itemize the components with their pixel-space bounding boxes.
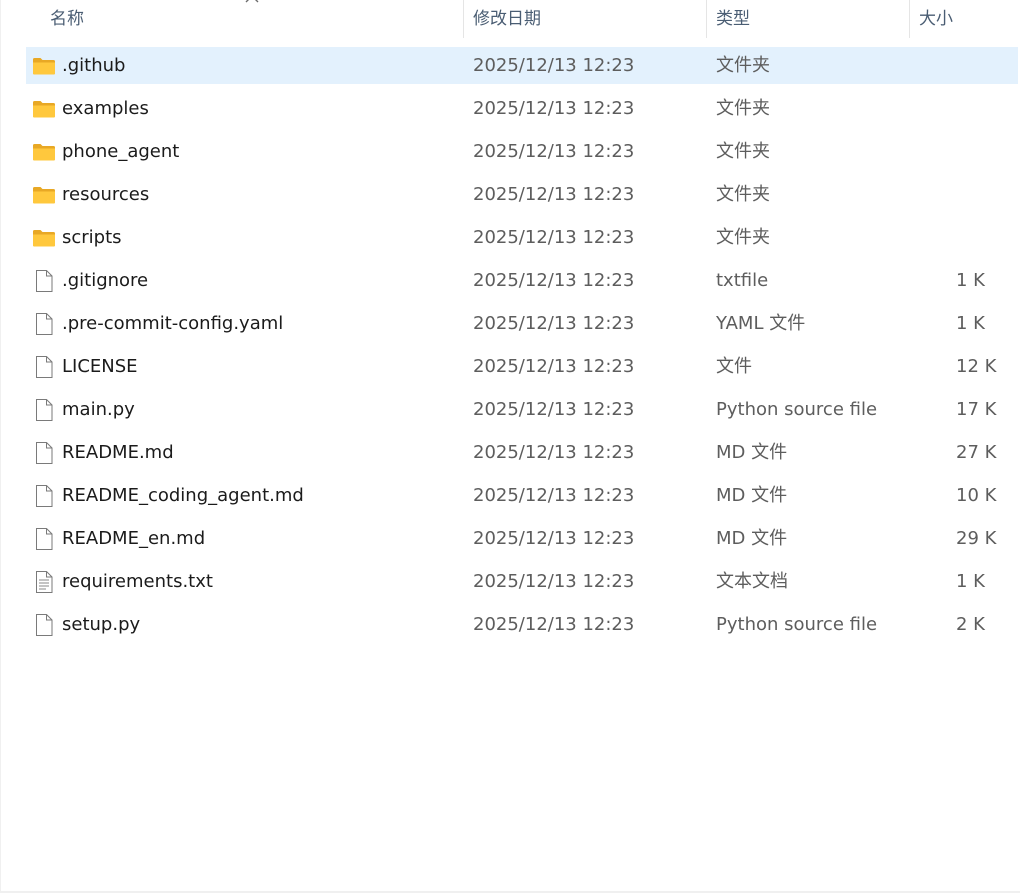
- file-name: README_coding_agent.md: [62, 485, 304, 506]
- file-row[interactable]: .github 2025/12/13 12:23 文件夹: [26, 47, 1018, 84]
- file-type: txtfile: [716, 270, 769, 291]
- file-modified-date: 2025/12/13 12:23: [473, 356, 635, 377]
- column-divider[interactable]: [706, 0, 707, 38]
- file-icon: [36, 485, 53, 507]
- file-size: 27 K: [956, 442, 997, 463]
- file-type: 文件夹: [716, 55, 770, 76]
- file-row[interactable]: .gitignore 2025/12/13 12:23 txtfile 1 K: [26, 262, 1018, 299]
- file-size: 2 K: [956, 614, 985, 635]
- file-icon: [36, 313, 53, 335]
- file-type: Python source file: [716, 614, 878, 635]
- file-row[interactable]: .pre-commit-config.yaml 2025/12/13 12:23 Y…: [26, 305, 1018, 342]
- file-type: 文件夹: [716, 184, 770, 205]
- column-divider[interactable]: [909, 0, 910, 38]
- file-modified-date: 2025/12/13 12:23: [473, 141, 635, 162]
- file-modified-date: 2025/12/13 12:23: [473, 227, 635, 248]
- file-type: 文本文档: [716, 571, 788, 592]
- file-type: 文件: [716, 356, 752, 377]
- file-name: .github: [62, 55, 126, 76]
- text-document-icon: [36, 571, 53, 593]
- file-type: Python source file: [716, 399, 878, 420]
- column-header-bar: 名称 修改日期 类型 大小: [1, 0, 1020, 38]
- file-modified-date: 2025/12/13 12:23: [473, 442, 635, 463]
- file-name: phone_agent: [62, 141, 180, 162]
- file-size: 10 K: [956, 485, 997, 506]
- file-modified-date: 2025/12/13 12:23: [473, 528, 635, 549]
- file-icon: [36, 614, 53, 636]
- file-icon: [36, 270, 53, 292]
- file-type: 文件夹: [716, 98, 770, 119]
- file-icon: [36, 356, 53, 378]
- file-name: README.md: [62, 442, 174, 463]
- file-name: .gitignore: [62, 270, 149, 291]
- file-size: 1 K: [956, 571, 985, 592]
- file-modified-date: 2025/12/13 12:23: [473, 614, 635, 635]
- file-type: MD 文件: [716, 442, 788, 463]
- file-list: .github 2025/12/13 12:23 文件夹 examples 2025/1…: [26, 47, 1018, 649]
- file-type: 文件夹: [716, 141, 770, 162]
- file-name: scripts: [62, 227, 122, 248]
- column-header-date[interactable]: 修改日期: [473, 0, 705, 38]
- file-size: 17 K: [956, 399, 997, 420]
- file-row[interactable]: README_en.md 2025/12/13 12:23 MD 文件 29 K: [26, 520, 1018, 557]
- file-row[interactable]: LICENSE 2025/12/13 12:23 文件 12 K: [26, 348, 1018, 385]
- folder-icon: [33, 230, 55, 247]
- file-row[interactable]: README_coding_agent.md 2025/12/13 12:23 MD…: [26, 477, 1018, 514]
- file-name: requirements.txt: [62, 571, 213, 592]
- column-header-name[interactable]: 名称: [50, 0, 462, 38]
- file-size: 1 K: [956, 270, 985, 291]
- file-row[interactable]: phone_agent 2025/12/13 12:23 文件夹: [26, 133, 1018, 170]
- file-name: main.py: [62, 399, 135, 420]
- file-row[interactable]: resources 2025/12/13 12:23 文件夹: [26, 176, 1018, 213]
- file-icon: [36, 399, 53, 421]
- column-header-size[interactable]: 大小: [919, 0, 1019, 38]
- file-modified-date: 2025/12/13 12:23: [473, 270, 635, 291]
- file-modified-date: 2025/12/13 12:23: [473, 571, 635, 592]
- file-name: LICENSE: [62, 356, 138, 377]
- folder-icon: [33, 101, 55, 118]
- file-size: 1 K: [956, 313, 985, 334]
- file-row[interactable]: README.md 2025/12/13 12:23 MD 文件 27 K: [26, 434, 1018, 471]
- folder-icon: [33, 58, 55, 75]
- file-modified-date: 2025/12/13 12:23: [473, 313, 635, 334]
- file-modified-date: 2025/12/13 12:23: [473, 485, 635, 506]
- file-modified-date: 2025/12/13 12:23: [473, 98, 635, 119]
- folder-icon: [33, 187, 55, 204]
- file-name: examples: [62, 98, 149, 119]
- file-modified-date: 2025/12/13 12:23: [473, 184, 635, 205]
- file-row[interactable]: setup.py 2025/12/13 12:23 Python source fi…: [26, 606, 1018, 643]
- file-name: README_en.md: [62, 528, 206, 549]
- file-size: 29 K: [956, 528, 997, 549]
- file-row[interactable]: requirements.txt 2025/12/13 12:23 文本文档 1 K: [26, 563, 1018, 600]
- file-modified-date: 2025/12/13 12:23: [473, 399, 635, 420]
- file-modified-date: 2025/12/13 12:23: [473, 55, 635, 76]
- file-row[interactable]: examples 2025/12/13 12:23 文件夹: [26, 90, 1018, 127]
- file-name: setup.py: [62, 614, 141, 635]
- folder-icon: [33, 144, 55, 161]
- file-type: MD 文件: [716, 528, 788, 549]
- file-type: 文件夹: [716, 227, 770, 248]
- file-icon: [36, 442, 53, 464]
- file-size: 12 K: [956, 356, 997, 377]
- column-divider[interactable]: [463, 0, 464, 38]
- column-header-type[interactable]: 类型: [716, 0, 908, 38]
- file-row[interactable]: scripts 2025/12/13 12:23 文件夹: [26, 219, 1018, 256]
- file-explorer-window: 名称 修改日期 类型 大小 .github 2025/12/13 12:23 文件夹…: [0, 0, 1020, 893]
- file-type: MD 文件: [716, 485, 788, 506]
- file-type: YAML 文件: [716, 313, 806, 334]
- file-name: resources: [62, 184, 150, 205]
- file-name: .pre-commit-config.yaml: [62, 313, 284, 334]
- file-row[interactable]: main.py 2025/12/13 12:23 Python source fil…: [26, 391, 1018, 428]
- file-icon: [36, 528, 53, 550]
